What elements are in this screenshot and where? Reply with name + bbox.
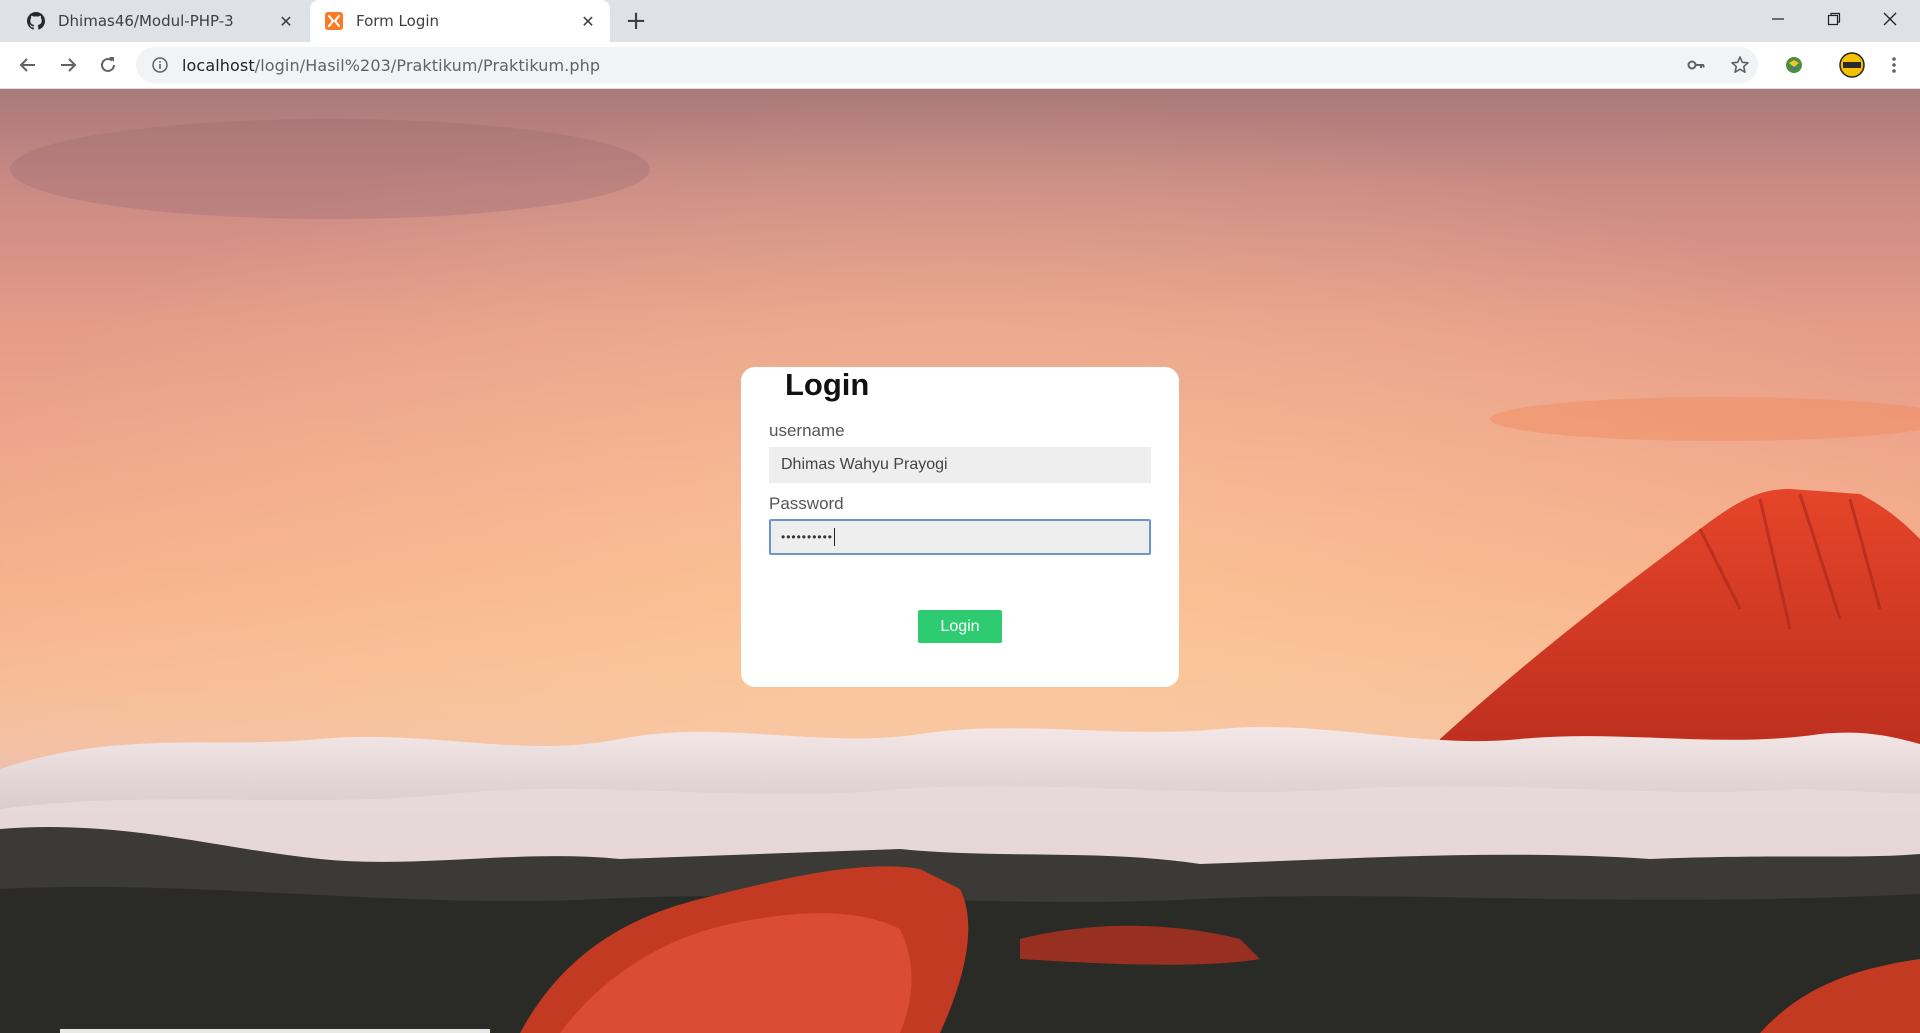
tab-strip: Dhimas46/Modul-PHP-3 ✕ Form Login ✕ +	[0, 0, 1920, 42]
star-icon[interactable]	[1724, 49, 1756, 81]
login-card: Login username Dhimas Wahyu Prayogi Pass…	[741, 367, 1179, 687]
close-window-button[interactable]	[1862, 0, 1918, 38]
browser-toolbar: localhost/login/Hasil%203/Praktikum/Prak…	[0, 42, 1920, 89]
menu-icon[interactable]	[1878, 49, 1910, 81]
username-input[interactable]: Dhimas Wahyu Prayogi	[769, 447, 1151, 483]
url-path: /login/Hasil%203/Praktikum/Praktikum.php	[254, 55, 601, 75]
url-host: localhost	[182, 55, 255, 75]
text-caret	[834, 528, 836, 546]
url-text: localhost/login/Hasil%203/Praktikum/Prak…	[182, 56, 600, 75]
scrollbar-thumb[interactable]	[60, 1029, 490, 1033]
page-viewport: Login username Dhimas Wahyu Prayogi Pass…	[0, 89, 1920, 1033]
tab-title: Form Login	[356, 12, 440, 30]
restore-button[interactable]	[1806, 0, 1862, 38]
github-icon	[26, 11, 46, 31]
back-icon[interactable]	[12, 49, 44, 81]
close-icon[interactable]: ✕	[274, 9, 298, 33]
password-label: Password	[769, 494, 844, 513]
login-button[interactable]: Login	[918, 610, 1002, 643]
close-icon[interactable]: ✕	[576, 9, 600, 33]
key-icon[interactable]	[1680, 49, 1712, 81]
forward-icon[interactable]	[52, 49, 84, 81]
password-value: ••••••••••	[781, 530, 834, 544]
tab-title: Dhimas46/Modul-PHP-3	[58, 12, 234, 30]
username-label: username	[769, 421, 845, 440]
reload-icon[interactable]	[92, 49, 124, 81]
info-icon[interactable]	[150, 55, 170, 75]
address-bar[interactable]: localhost/login/Hasil%203/Praktikum/Prak…	[136, 47, 1758, 83]
tab-form-login[interactable]: Form Login ✕	[310, 0, 610, 42]
xampp-icon	[324, 11, 344, 31]
avatar[interactable]	[1836, 49, 1868, 81]
page-title: Login	[785, 367, 870, 402]
minimize-button[interactable]	[1750, 0, 1806, 38]
tab-github[interactable]: Dhimas46/Modul-PHP-3 ✕	[8, 0, 308, 42]
new-tab-button[interactable]: +	[620, 6, 652, 36]
extension-icon[interactable]	[1778, 49, 1810, 81]
password-input[interactable]: ••••••••••	[769, 519, 1151, 555]
